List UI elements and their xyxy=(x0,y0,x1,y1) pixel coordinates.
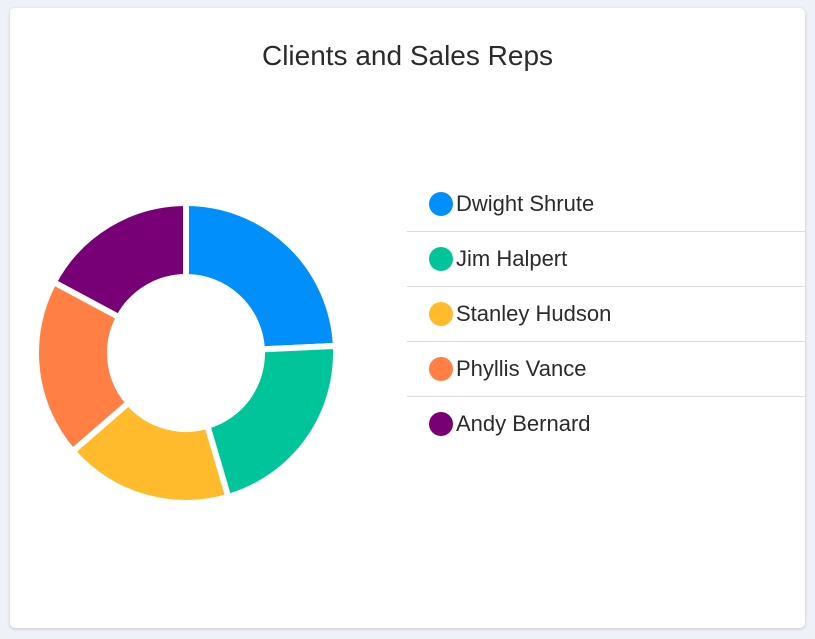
chart-legend: Dwight Shrute Jim Halpert Stanley Hudson Ph… xyxy=(407,177,805,451)
legend-marker-icon xyxy=(429,192,453,216)
legend-marker-icon xyxy=(429,247,453,271)
legend-label: Phyllis Vance xyxy=(456,356,587,381)
donut-slice-jim-halpert[interactable] xyxy=(203,342,336,501)
legend-marker-icon xyxy=(429,412,453,436)
legend-label: Dwight Shrute xyxy=(456,191,595,216)
legend-item[interactable]: Stanley Hudson xyxy=(407,287,805,342)
legend-label: Andy Bernard xyxy=(456,411,591,436)
donut-chart xyxy=(36,203,336,503)
legend-item[interactable]: Dwight Shrute xyxy=(407,177,805,232)
legend-marker-icon xyxy=(429,302,453,326)
legend-marker-icon xyxy=(429,357,453,381)
legend-item[interactable]: Jim Halpert xyxy=(407,232,805,287)
chart-title: Clients and Sales Reps xyxy=(261,40,554,71)
legend-item[interactable]: Andy Bernard xyxy=(407,397,805,451)
chart-card: Clients and Sales Reps Dwight Shrute Jim … xyxy=(10,8,805,628)
legend-label: Jim Halpert xyxy=(456,246,568,271)
legend-label: Stanley Hudson xyxy=(456,301,612,326)
donut-slice-dwight-shrute[interactable] xyxy=(183,203,336,353)
legend-item[interactable]: Phyllis Vance xyxy=(407,342,805,397)
